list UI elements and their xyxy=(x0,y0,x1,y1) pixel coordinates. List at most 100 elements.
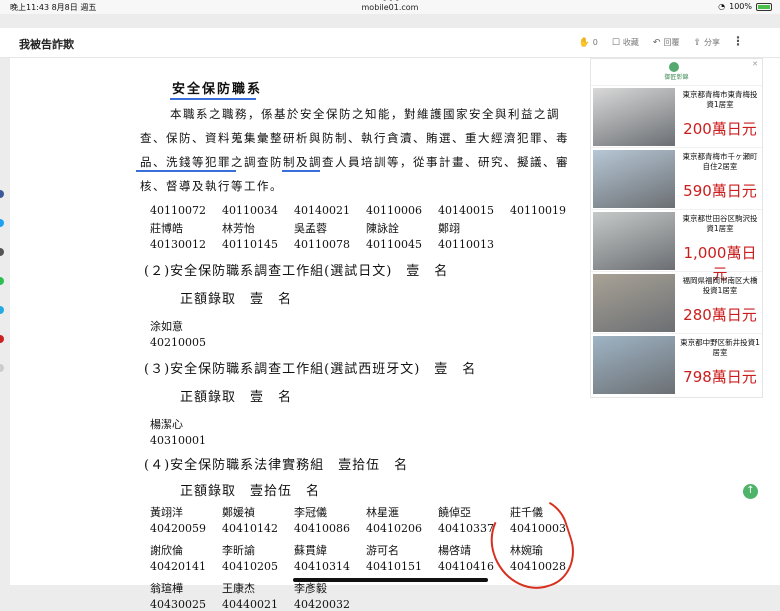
ad-close-icon[interactable]: ✕ xyxy=(752,60,758,68)
page-title: 我被告詐欺 xyxy=(19,38,74,51)
id-cell: 40110013 xyxy=(438,238,494,251)
ad-brand: 御匠彰錦 xyxy=(664,74,689,81)
id-cell: 40410416 xyxy=(438,560,494,573)
name-cell: 饒倬亞 xyxy=(438,506,471,519)
ad-item[interactable]: 東京都青梅市千ヶ瀬町自住2居室 590萬日元 xyxy=(591,147,762,209)
ad-photo[interactable] xyxy=(593,150,675,208)
name-cell: 李彥毅 xyxy=(294,582,327,595)
share-dot-icon[interactable] xyxy=(0,219,4,227)
share-dot-icon[interactable] xyxy=(0,335,4,343)
address-url[interactable]: mobile01.com xyxy=(0,3,780,12)
bookmark-icon: ☐ xyxy=(611,38,620,48)
section-title: 安全保防職系 xyxy=(172,82,263,97)
name-cell: 黃翊洋 xyxy=(150,506,183,519)
id-cell: 40420059 xyxy=(150,522,206,535)
ad-item[interactable]: 東京都世田谷区駒沢投資1居室 1,000萬日元 xyxy=(591,209,762,283)
name-cell: 吳孟蓉 xyxy=(294,222,327,235)
name-cell: 翁瑄樺 xyxy=(150,582,183,595)
underline-economic-crime xyxy=(136,170,236,172)
name-cell: 楊潔心 xyxy=(150,418,183,431)
ad-item[interactable]: 福岡県福岡市南区大橋投資1居室 280萬日元 xyxy=(591,271,762,333)
ad-photo[interactable] xyxy=(593,88,675,146)
id-cell: 40110045 xyxy=(366,238,422,251)
id-cell: 40440021 xyxy=(222,598,278,611)
id-cell: 40110019 xyxy=(510,204,566,217)
ad-price: 200萬日元 xyxy=(683,120,757,138)
underline-title xyxy=(170,98,256,100)
reply-button[interactable]: ↶ 回覆 xyxy=(653,37,680,48)
section-paragraph: 本職系之職務，係基於安全保防之知能，對維護國家安全與利益之調查、保防、資料蒐集彙… xyxy=(140,107,569,193)
like-button[interactable]: ✋ 0 xyxy=(579,38,598,48)
name-cell: 林芳怡 xyxy=(222,222,255,235)
ad-price: 798萬日元 xyxy=(683,368,757,386)
ad-photo[interactable] xyxy=(593,336,675,394)
name-cell: 林星滙 xyxy=(366,506,399,519)
ad-title[interactable]: 東京都青梅市東青梅投資1居室 xyxy=(679,90,761,110)
section-heading: (４)安全保防職系法律實務組 壹拾伍 名 xyxy=(144,458,409,473)
ad-title[interactable]: 東京都世田谷区駒沢投資1居室 xyxy=(679,214,761,234)
share-dot-icon[interactable] xyxy=(0,277,4,285)
id-cell: 40410086 xyxy=(294,522,350,535)
ad-title[interactable]: 東京都中野区新井投資1居室 xyxy=(679,338,761,358)
ad-price: 590萬日元 xyxy=(683,182,757,200)
id-cell: 40430025 xyxy=(150,598,206,611)
underline-money-laundering xyxy=(282,170,320,172)
name-cell: 謝欣倫 xyxy=(150,544,183,557)
id-cell: 40310001 xyxy=(150,434,206,447)
share-icon: ⇪ xyxy=(693,38,701,48)
ad-list: 東京都青梅市東青梅投資1居室 200萬日元 東京都青梅市千ヶ瀬町自住2居室 590萬日… xyxy=(591,85,762,395)
share-dot-icon[interactable] xyxy=(0,364,4,372)
name-cell: 王康杰 xyxy=(222,582,255,595)
name-cell: 莊博皓 xyxy=(150,222,183,235)
share-sidebar xyxy=(0,190,6,393)
id-cell: 40410142 xyxy=(222,522,278,535)
id-cell: 40110034 xyxy=(222,204,278,217)
id-cell: 40110006 xyxy=(366,204,422,217)
name-cell: 游可名 xyxy=(366,544,399,557)
sub-heading: 正額錄取 壹 名 xyxy=(180,390,293,405)
article-toolbar: 我被告詐欺 ✋ 0 ☐ 收藏 ↶ 回覆 ⇪ 分享 ⋮ xyxy=(0,28,780,58)
name-cell: 李冠儀 xyxy=(294,506,327,519)
id-cell: 40140021 xyxy=(294,204,350,217)
scroll-top-button[interactable]: ↑ xyxy=(743,484,758,499)
ad-item[interactable]: 東京都中野区新井投資1居室 798萬日元 xyxy=(591,333,762,395)
clap-icon: ✋ xyxy=(578,37,590,48)
ad-item[interactable]: 東京都青梅市東青梅投資1居室 200萬日元 xyxy=(591,85,762,147)
share-dot-icon[interactable] xyxy=(0,306,4,314)
id-cell: 40110145 xyxy=(222,238,278,251)
ad-brand-logo xyxy=(669,62,679,72)
id-cell: 40140015 xyxy=(438,204,494,217)
id-cell: 40420032 xyxy=(294,598,350,611)
name-cell: 李昕諭 xyxy=(222,544,255,557)
reply-icon: ↶ xyxy=(652,38,661,48)
sub-heading: 正額錄取 壹拾伍 名 xyxy=(180,484,321,499)
id-cell: 40110072 xyxy=(150,204,206,217)
name-cell: 涂如意 xyxy=(150,320,183,333)
name-cell: 陳詠詮 xyxy=(366,222,399,235)
wifi-icon: ◔ xyxy=(718,2,726,11)
id-cell: 40410205 xyxy=(222,560,278,573)
id-cell: 40410151 xyxy=(366,560,422,573)
home-indicator xyxy=(293,578,488,582)
more-menu-button[interactable]: ⋮ xyxy=(732,34,744,48)
share-dot-icon[interactable] xyxy=(0,248,4,256)
id-cell: 40410337 xyxy=(438,522,494,535)
ad-price: 280萬日元 xyxy=(683,306,757,324)
ad-photo[interactable] xyxy=(593,274,675,332)
id-cell: 40130012 xyxy=(150,238,206,251)
id-cell: 40410314 xyxy=(294,560,350,573)
ad-panel: 御匠彰錦 ✕ 東京都青梅市東青梅投資1居室 200萬日元 東京都青梅市千ヶ瀬町自住2… xyxy=(590,58,763,398)
name-cell: 鄭媛禎 xyxy=(222,506,255,519)
battery-percent: 100% xyxy=(729,2,752,11)
section-description: 安全保防職系 本職系之職務，係基於安全保防之知能，對維護國家安全與利益之調查、保… xyxy=(130,58,575,220)
ad-title[interactable]: 東京都青梅市千ヶ瀬町自住2居室 xyxy=(679,152,761,172)
id-cell: 40210005 xyxy=(150,336,206,349)
name-cell: 蘇貫緯 xyxy=(294,544,327,557)
share-button[interactable]: ⇪ 分享 xyxy=(693,37,720,48)
ad-title[interactable]: 福岡県福岡市南区大橋投資1居室 xyxy=(679,276,761,296)
name-cell: 鄭翊 xyxy=(438,222,460,235)
share-dot-icon[interactable] xyxy=(0,190,4,198)
bookmark-button[interactable]: ☐ 收藏 xyxy=(612,37,639,48)
section-heading: (２)安全保防職系調查工作組(選試日文) 壹 名 xyxy=(144,264,449,279)
ad-photo[interactable] xyxy=(593,212,675,270)
